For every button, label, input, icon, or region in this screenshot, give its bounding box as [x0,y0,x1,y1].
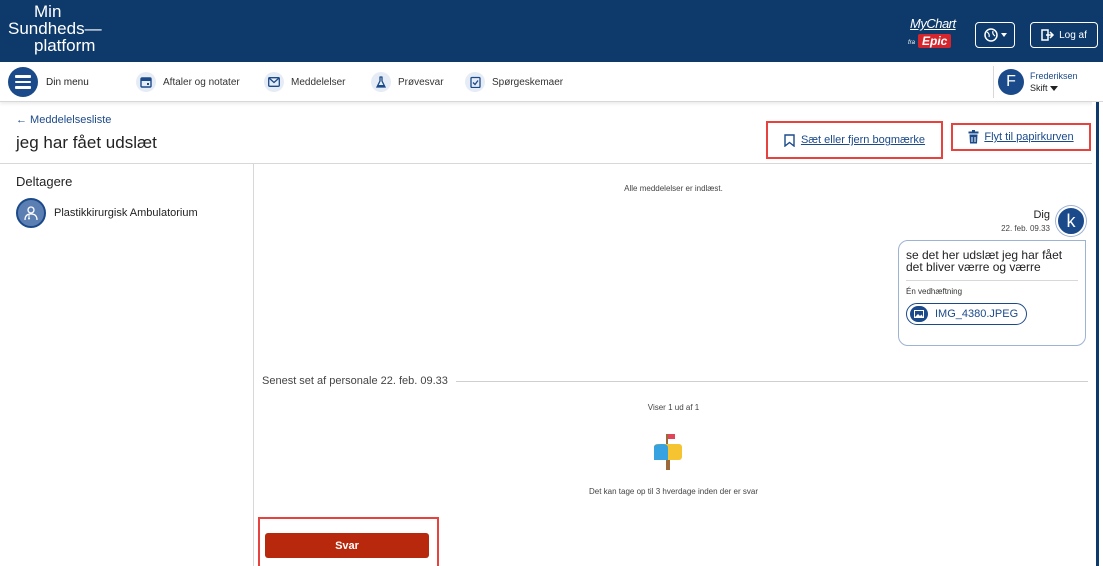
globe-icon [983,28,998,42]
scrollbar[interactable] [1092,102,1103,566]
participants-panel: Deltagere Plastikkirurgisk Ambulatorium [0,164,254,566]
all-loaded-notice: Alle meddelelser er indlæst. [624,184,723,193]
bubble-divider [906,280,1078,281]
attachment-name: IMG_4380.JPEG [935,308,1019,320]
user-switch: Skift [1030,82,1078,94]
back-to-message-list-link[interactable]: ← Meddelelsesliste [16,114,111,126]
epic-logo: Epic [918,34,952,48]
nav-label-questionnaires: Spørgeskemaer [492,76,564,88]
bookmark-icon [784,133,795,147]
attachment-count-label: Én vedhæftning [906,287,963,296]
user-avatar: F [998,69,1024,95]
seen-by-staff-text: Senest set af personale 22. feb. 09.33 [262,375,448,387]
caret-down-icon [1000,33,1007,37]
participants-title: Deltagere [16,174,73,189]
seen-divider [455,380,1088,382]
logout-icon [1041,29,1055,41]
trash-icon [968,130,979,144]
user-switcher[interactable]: F Frederiksen Skift [993,66,1093,98]
nav-item-messages[interactable]: Meddelelser [264,72,345,92]
logout-label: Log af [1059,29,1087,41]
mychart-fra: fra [908,40,916,46]
bookmark-label: Sæt eller fjern bogmærke [800,134,926,146]
scrollbar-track [1096,102,1099,566]
reply-time-note: Det kan tage op til 3 hverdage inden der… [589,487,758,496]
move-to-trash-button[interactable]: Flyt til papirkurven [951,123,1091,151]
brand-logo[interactable]: Min Sundheds— platform [8,3,102,54]
sender-name: Dig [1033,209,1050,221]
participant-item: Plastikkirurgisk Ambulatorium [16,198,198,228]
language-button[interactable] [975,22,1015,48]
mailbox-icon [651,430,685,470]
caret-down-icon [1050,86,1059,91]
nav-label-messages: Meddelelser [291,76,346,88]
participant-name: Plastikkirurgisk Ambulatorium [54,207,198,219]
calendar-icon [136,72,156,92]
sender-header: Dig 22. feb. 09.33 k [1001,206,1086,236]
sender-meta: Dig 22. feb. 09.33 [1001,209,1050,233]
menu-label: Din menu [46,76,89,88]
top-banner: Min Sundheds— platform MyChart fra Epic … [0,0,1103,62]
image-icon [910,306,928,322]
mychart-name: MyChart [910,16,956,31]
message-bubble: se det her udslæt jeg har fået det blive… [898,240,1086,346]
envelope-icon [264,72,284,92]
nav-label-test-results: Prøvesvar [398,76,444,88]
sender-avatar: k [1056,206,1086,236]
message-body: se det her udslæt jeg har fået det blive… [906,248,1063,274]
menu-button[interactable]: Din menu [8,67,89,97]
logout-button[interactable]: Log af [1030,22,1098,48]
bookmark-button[interactable]: Sæt eller fjern bogmærke [766,121,943,159]
nav-item-test-results[interactable]: Prøvesvar [371,72,444,92]
seen-by-staff-row: Senest set af personale 22. feb. 09.33 [262,375,1088,387]
mychart-logo: MyChart fra Epic [906,14,966,52]
nav-label-appointments: Aftaler og notater [163,76,240,88]
brand-line-3: platform [34,36,96,55]
message-subject: jeg har fået udslæt [16,133,157,152]
nav-item-appointments[interactable]: Aftaler og notater [136,72,240,92]
clipboard-check-icon [465,72,485,92]
sender-time: 22. feb. 09.33 [1001,224,1050,233]
switch-label: Skift [1030,83,1048,93]
flask-icon [371,72,391,92]
nav-bar: Din menu Aftaler og notater Meddelelser … [0,62,1103,102]
message-thread: Alle meddelelser er indlæst. Dig 22. feb… [255,164,1092,566]
brand-line-2: Sundheds— [8,19,102,38]
user-text: Frederiksen Skift [1030,70,1078,94]
showing-count: Viser 1 ud af 1 [647,403,700,412]
hamburger-icon [8,67,38,97]
user-name: Frederiksen [1030,71,1078,81]
nav-item-questionnaires[interactable]: Spørgeskemaer [465,72,563,92]
attachment-chip[interactable]: IMG_4380.JPEG [906,303,1028,325]
brand-line-1: Min [34,2,62,21]
reply-button[interactable]: Svar [265,533,429,558]
trash-label: Flyt til papirkurven [984,131,1074,143]
doctor-icon [16,198,46,228]
